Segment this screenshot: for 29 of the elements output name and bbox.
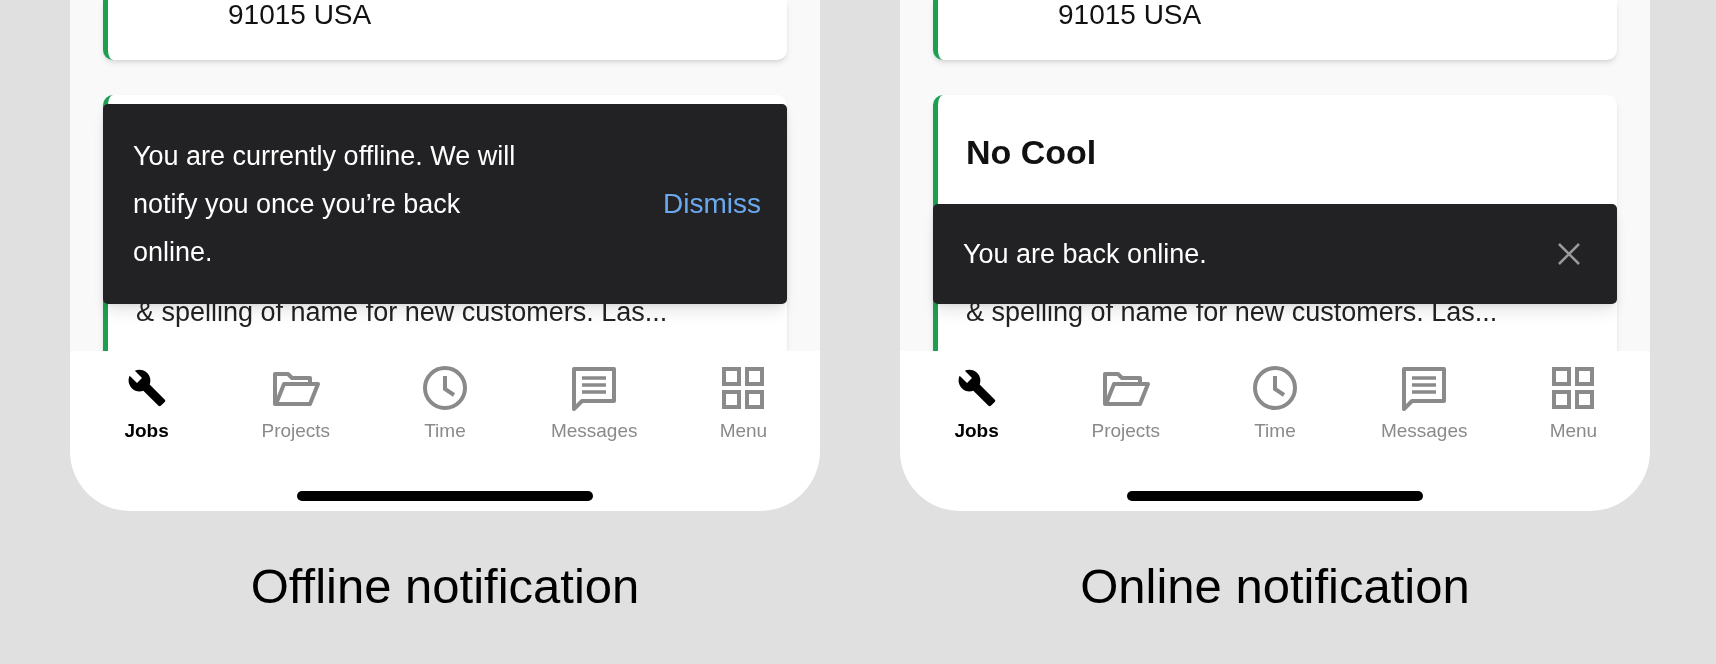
clock-icon: [1252, 365, 1298, 411]
dismiss-button[interactable]: Dismiss: [663, 187, 761, 221]
caption: Offline notification: [250, 558, 640, 615]
job-card[interactable]: 91015 USA: [103, 0, 787, 60]
tab-bar-item[interactable]: Messages: [1349, 363, 1499, 443]
address-text: 91015 USA: [1058, 0, 1202, 30]
tab-bar-item[interactable]: Projects: [221, 363, 371, 443]
tab-bar-item[interactable]: Menu: [1498, 363, 1648, 443]
tab-bar-item[interactable]: Menu: [668, 363, 818, 443]
tab-bar-item[interactable]: Messages: [519, 363, 669, 443]
job-title: No Cool: [966, 132, 1097, 173]
toast-message: You are currently offline. We will notify you once you’re back online.: [133, 140, 517, 269]
tab-bar-item[interactable]: Jobs: [72, 363, 222, 443]
close-icon: [1557, 242, 1581, 266]
grid-icon: [1551, 366, 1596, 410]
tab-bar-item[interactable]: Projects: [1051, 363, 1201, 443]
clock-icon: [422, 365, 468, 411]
wrench-icon: [956, 368, 997, 408]
job-card[interactable]: 91015 USA: [933, 0, 1617, 60]
grid-icon: [721, 366, 766, 410]
toast-message: You are back online.: [963, 238, 1208, 271]
message-icon: [1400, 365, 1449, 411]
caption: Online notification: [1080, 558, 1470, 615]
message-icon: [570, 365, 619, 411]
address-text: 91015 USA: [228, 0, 372, 30]
wrench-icon: [126, 368, 167, 408]
tab-bar-item[interactable]: Jobs: [902, 363, 1052, 443]
tab-bar-item[interactable]: Time: [1200, 363, 1350, 443]
tab-bar-item[interactable]: Time: [370, 363, 520, 443]
